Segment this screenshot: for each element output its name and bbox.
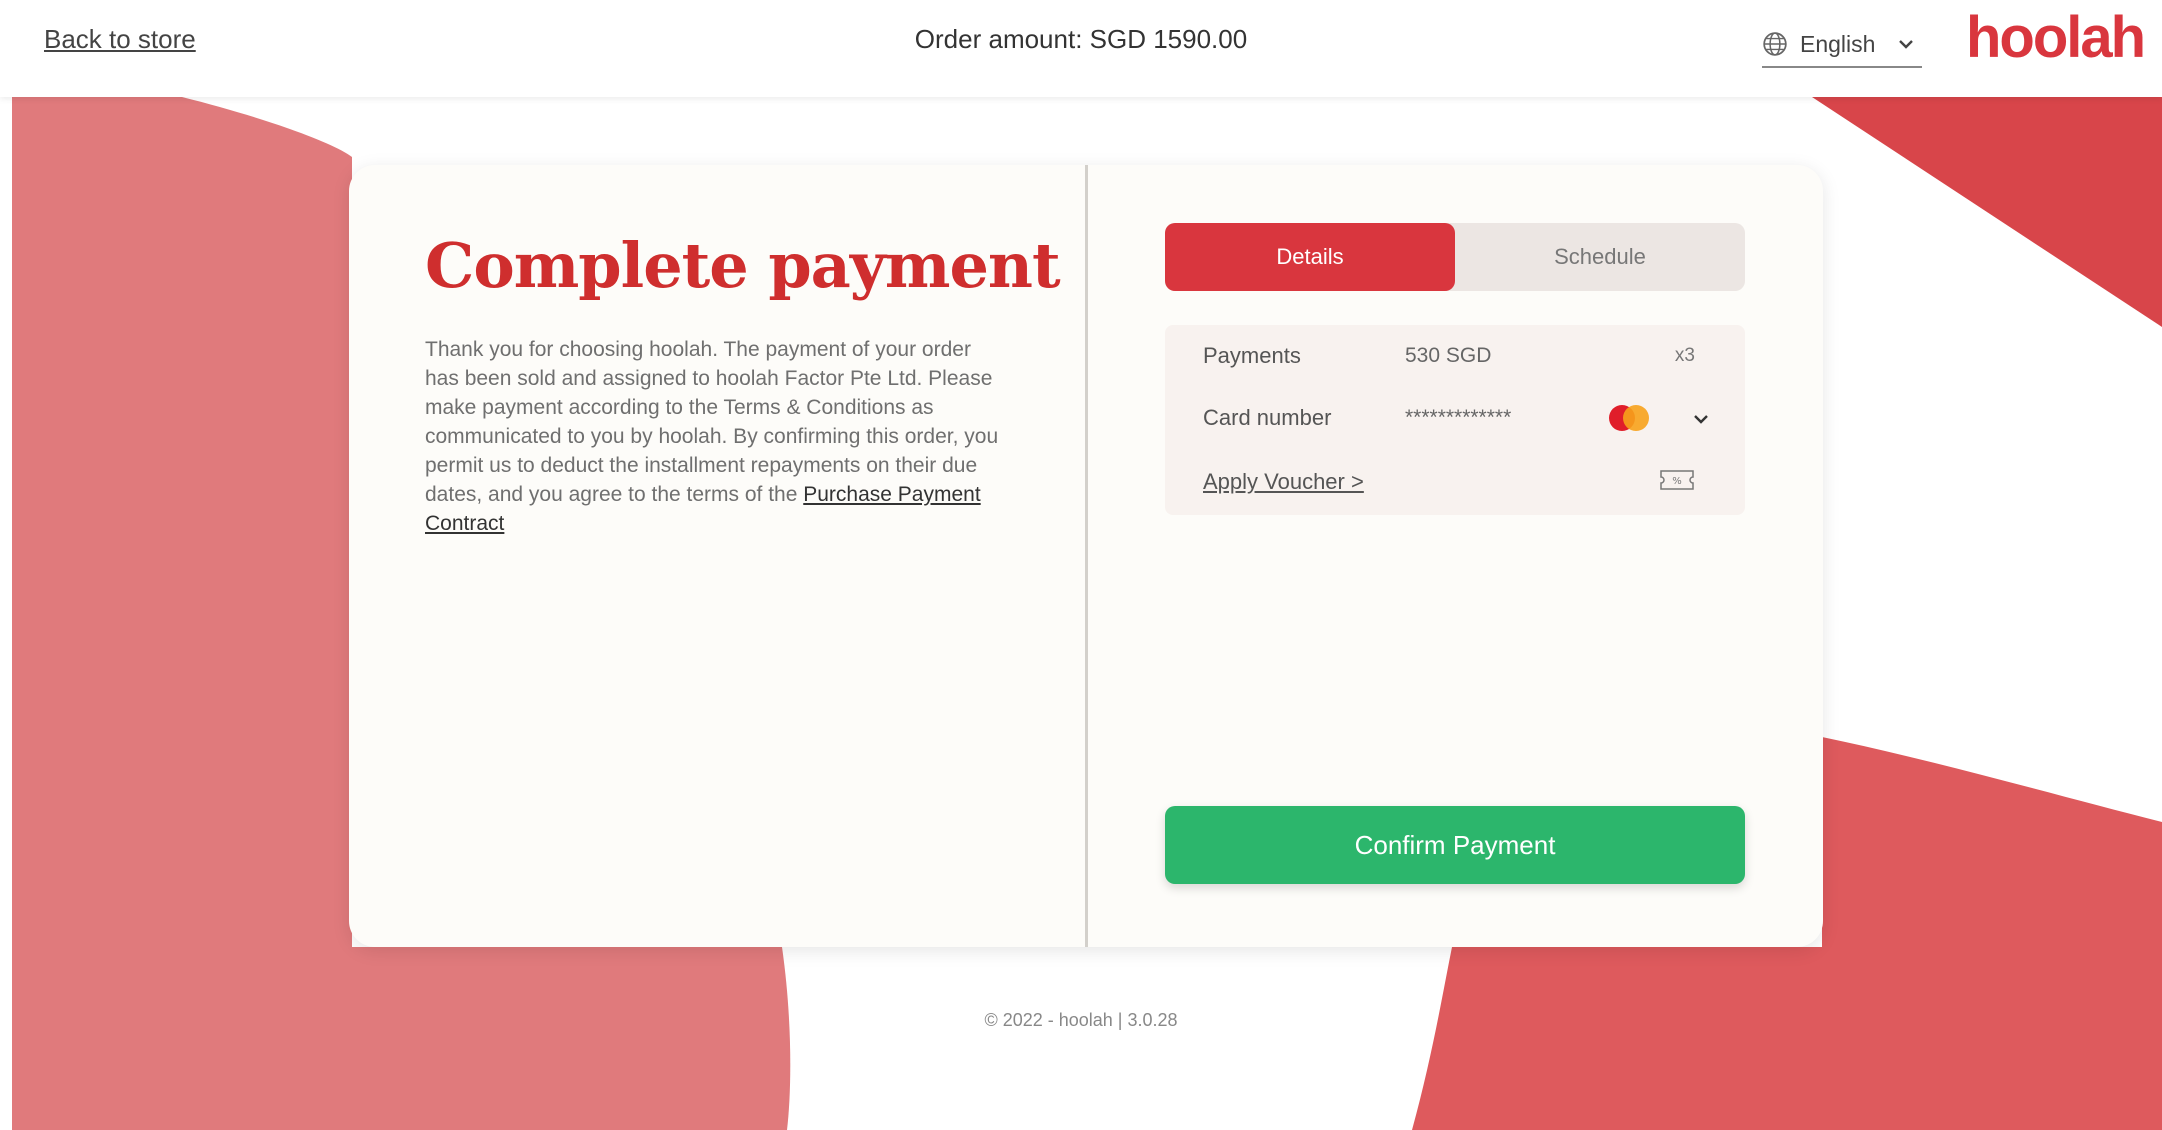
payments-count: x3	[1674, 345, 1695, 366]
mastercard-icon	[1609, 405, 1649, 431]
description-text: Thank you for choosing hoolah. The payme…	[425, 338, 999, 506]
top-header: Back to store Order amount: SGD 1590.00 …	[0, 0, 2162, 97]
tab-schedule[interactable]: Schedule	[1455, 223, 1745, 291]
tab-bar: Details Schedule	[1165, 223, 1745, 291]
payment-card: Complete payment Thank you for choosing …	[349, 165, 1823, 947]
payments-row: Payments 530 SGD x3	[1165, 325, 1745, 387]
chevron-down-icon[interactable]	[1691, 409, 1711, 429]
footer-copyright: © 2022 - hoolah | 3.0.28	[984, 1010, 1178, 1030]
apply-voucher-link[interactable]: Apply Voucher >	[1203, 469, 1364, 495]
hoolah-logo: hoolah	[1966, 5, 2146, 70]
language-label: English	[1800, 30, 1876, 57]
order-amount: Order amount: SGD 1590.00	[914, 24, 1248, 54]
page-title: Complete payment	[425, 229, 1061, 302]
globe-icon	[1763, 32, 1787, 56]
card-number-value: *************	[1405, 406, 1512, 429]
payments-value: 530 SGD	[1405, 344, 1492, 367]
svg-text:%: %	[1672, 476, 1682, 487]
card-number-row[interactable]: Card number *************	[1165, 387, 1745, 449]
card-number-label: Card number	[1203, 405, 1332, 430]
voucher-ticket-icon: %	[1660, 470, 1694, 490]
card-divider	[1085, 165, 1088, 947]
back-to-store-link[interactable]: Back to store	[44, 24, 196, 55]
payment-description: Thank you for choosing hoolah. The payme…	[425, 335, 1005, 538]
voucher-row: Apply Voucher > %	[1165, 449, 1745, 511]
confirm-payment-button[interactable]: Confirm Payment	[1165, 806, 1745, 884]
chevron-down-icon	[1899, 40, 1913, 49]
language-select[interactable]: English	[1762, 22, 1922, 68]
tab-details[interactable]: Details	[1165, 223, 1455, 291]
payments-label: Payments	[1203, 343, 1301, 368]
payment-details-panel: Payments 530 SGD x3 Card number ********…	[1165, 325, 1745, 515]
